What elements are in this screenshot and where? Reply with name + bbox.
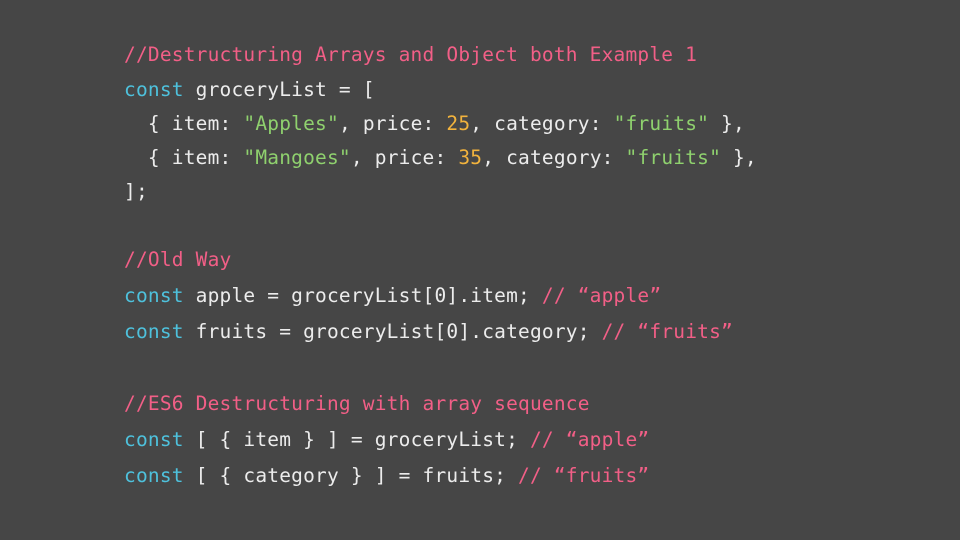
code-text: , price: (338, 112, 447, 135)
code-comment: // “fruits” (601, 320, 733, 343)
code-line: const [ { item } ] = groceryList; // “ap… (124, 428, 649, 452)
code-line: ]; (124, 180, 148, 204)
code-line: const [ { category } ] = fruits; // “fru… (124, 464, 649, 488)
code-comment: //Old Way (124, 248, 232, 271)
code-line: //Old Way (124, 248, 231, 272)
code-number: 35 (458, 146, 483, 169)
code-line: { item: "Mangoes", price: 35, category: … (124, 146, 757, 170)
code-text: fruits = groceryList[0].category; (183, 320, 602, 343)
code-text: , price: (350, 146, 459, 169)
code-text: [ { item } ] = groceryList; (183, 428, 530, 451)
code-text: apple = groceryList[0].item; (183, 284, 542, 307)
code-text: }, (709, 112, 745, 135)
code-line: //Destructuring Arrays and Object both E… (124, 43, 697, 67)
code-string: "fruits" (613, 112, 710, 135)
code-text: }, (721, 146, 757, 169)
code-text: [ { category } ] = fruits; (183, 464, 519, 487)
code-text: ]; (124, 180, 148, 203)
code-string: "fruits" (625, 146, 722, 169)
code-line: const fruits = groceryList[0].category; … (124, 320, 733, 344)
code-keyword: const (124, 464, 184, 487)
code-number: 25 (446, 112, 471, 135)
code-comment: //ES6 Destructuring with array sequence (124, 392, 590, 415)
code-line: { item: "Apples", price: 25, category: "… (124, 112, 745, 136)
code-comment: // “apple” (541, 284, 662, 307)
code-text: , category: (470, 112, 614, 135)
code-comment: //Destructuring Arrays and Object both E… (124, 43, 698, 66)
code-comment: // “apple” (529, 428, 650, 451)
code-string: "Mangoes" (243, 146, 351, 169)
code-line: //ES6 Destructuring with array sequence (124, 392, 590, 416)
code-keyword: const (124, 78, 184, 101)
code-text: , category: (482, 146, 626, 169)
code-text: { item: (124, 112, 244, 135)
code-text: { item: (124, 146, 244, 169)
code-line: const apple = groceryList[0].item; // “a… (124, 284, 661, 308)
code-keyword: const (124, 320, 184, 343)
code-keyword: const (124, 284, 184, 307)
code-keyword: const (124, 428, 184, 451)
code-line: const groceryList = [ (124, 78, 375, 102)
code-text: groceryList = [ (183, 78, 375, 101)
code-string: "Apples" (243, 112, 339, 135)
code-comment: // “fruits” (518, 464, 650, 487)
